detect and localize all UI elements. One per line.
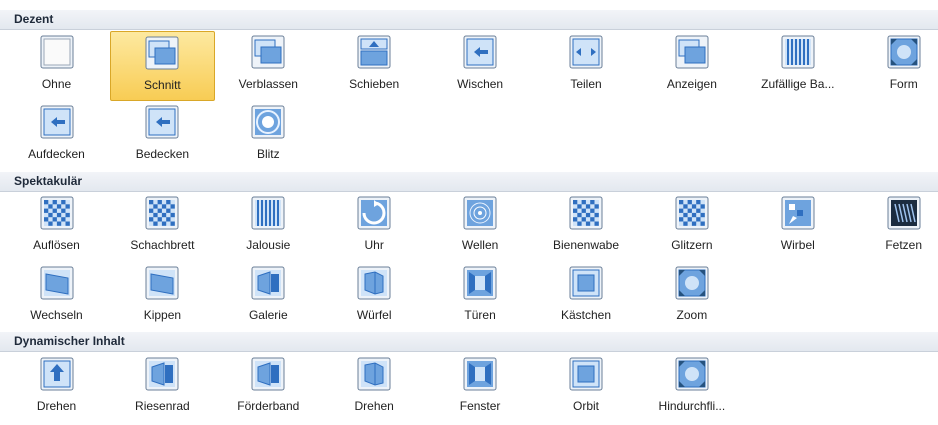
transition-label: Galerie xyxy=(248,308,288,322)
transition-window[interactable]: Fenster xyxy=(428,353,533,423)
transition-shred[interactable]: Fetzen xyxy=(851,192,938,262)
transition-rotate[interactable]: Drehen xyxy=(322,353,427,423)
transition-label: Form xyxy=(889,77,918,91)
transition-label: Auflösen xyxy=(33,238,80,252)
transition-label: Glitzern xyxy=(671,238,713,252)
transition-label: Kästchen xyxy=(560,308,612,322)
transition-split[interactable]: Teilen xyxy=(534,31,639,101)
transition-reveal[interactable]: Anzeigen xyxy=(639,31,744,101)
transition-label: Fenster xyxy=(459,399,501,413)
section-header-spektakulaer: Spektakulär xyxy=(0,172,938,192)
section-header-dynamischer-inhalt: Dynamischer Inhalt xyxy=(0,332,938,352)
transition-label: Schnitt xyxy=(144,78,181,92)
transition-ferris-wheel[interactable]: Riesenrad xyxy=(110,353,215,423)
transition-none[interactable]: Ohne xyxy=(4,31,109,101)
transition-label: Förderband xyxy=(237,399,300,413)
gallery-row: Wechseln Kippen Galerie Würfel Türen Kästchen… xyxy=(0,262,938,334)
transition-label: Teilen xyxy=(570,77,602,91)
transition-glitter[interactable]: Glitzern xyxy=(639,192,744,262)
transition-dissolve[interactable]: Auflösen xyxy=(4,192,109,262)
transition-label: Wirbel xyxy=(780,238,815,252)
section-header-dezent: Dezent xyxy=(0,10,938,30)
transition-blinds[interactable]: Jalousie xyxy=(216,192,321,262)
transition-wipe[interactable]: Wischen xyxy=(428,31,533,101)
gallery-row: Auflösen Schachbrett Jalousie Uhr Wellen Bien… xyxy=(0,192,938,264)
gallery-row: Aufdecken Bedecken Blitz xyxy=(0,101,938,173)
transition-label: Riesenrad xyxy=(135,399,190,413)
transition-label: Jalousie xyxy=(246,238,291,252)
transition-gallery: Dezent Ohne Schnitt Verblassen Schieben Wisc… xyxy=(0,0,938,415)
transition-cover[interactable]: Bedecken xyxy=(110,101,215,171)
transition-label: Fetzen xyxy=(885,238,923,252)
transition-label: Würfel xyxy=(356,308,392,322)
transition-fly-through[interactable]: Hindurchfli... xyxy=(639,353,744,423)
transition-label: Wischen xyxy=(457,77,504,91)
transition-doors[interactable]: Türen xyxy=(428,262,533,332)
transition-flash[interactable]: Blitz xyxy=(216,101,321,171)
transition-ripple[interactable]: Wellen xyxy=(428,192,533,262)
transition-label: Zufällige Ba... xyxy=(761,77,835,91)
transition-vortex[interactable]: Wirbel xyxy=(745,192,850,262)
transition-checkerboard[interactable]: Schachbrett xyxy=(110,192,215,262)
transition-label: Bedecken xyxy=(135,147,190,161)
transition-random-bars[interactable]: Zufällige Ba... xyxy=(745,31,850,101)
transition-box[interactable]: Kästchen xyxy=(534,262,639,332)
transition-label: Ohne xyxy=(41,77,72,91)
transition-label: Uhr xyxy=(364,238,384,252)
transition-label: Orbit xyxy=(572,399,599,413)
transition-label: Wellen xyxy=(461,238,499,252)
transition-label: Schieben xyxy=(349,77,400,91)
transition-push[interactable]: Schieben xyxy=(322,31,427,101)
transition-label: Zoom xyxy=(676,308,708,322)
transition-zoom[interactable]: Zoom xyxy=(639,262,744,332)
transition-label: Türen xyxy=(464,308,496,322)
transition-label: Drehen xyxy=(36,399,77,413)
transition-orbit[interactable]: Orbit xyxy=(534,353,639,423)
transition-label: Bienenwabe xyxy=(552,238,620,252)
transition-gallery[interactable]: Galerie xyxy=(216,262,321,332)
transition-shape[interactable]: Form xyxy=(851,31,938,101)
transition-label: Drehen xyxy=(354,399,394,413)
transition-fade[interactable]: Verblassen xyxy=(216,31,321,101)
gallery-row: Ohne Schnitt Verblassen Schieben Wischen Teil… xyxy=(0,31,938,103)
transition-clock[interactable]: Uhr xyxy=(322,192,427,262)
transition-flip[interactable]: Kippen xyxy=(110,262,215,332)
transition-pan[interactable]: Drehen xyxy=(4,353,109,423)
transition-conveyor[interactable]: Förderband xyxy=(216,353,321,423)
transition-cube[interactable]: Würfel xyxy=(322,262,427,332)
transition-switch[interactable]: Wechseln xyxy=(4,262,109,332)
transition-label: Wechseln xyxy=(30,308,83,322)
transition-honeycomb[interactable]: Bienenwabe xyxy=(534,192,639,262)
transition-label: Anzeigen xyxy=(666,77,717,91)
transition-cut[interactable]: Schnitt xyxy=(109,31,215,101)
transition-label: Hindurchfli... xyxy=(658,399,726,413)
transition-label: Schachbrett xyxy=(130,238,195,252)
transition-label: Verblassen xyxy=(238,77,298,91)
transition-uncover[interactable]: Aufdecken xyxy=(4,101,109,171)
transition-label: Aufdecken xyxy=(28,147,85,161)
transition-label: Kippen xyxy=(143,308,182,322)
gallery-row: Drehen Riesenrad Förderband Drehen Fenster Or… xyxy=(0,353,938,425)
transition-label: Blitz xyxy=(256,147,280,161)
